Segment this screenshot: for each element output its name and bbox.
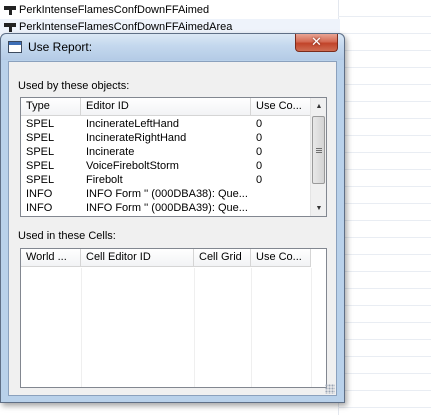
objects-section-label: Used by these objects: bbox=[18, 80, 130, 92]
row-use-count: 0 bbox=[256, 146, 263, 158]
table-row[interactable]: SPEL IncinerateRightHand 0 bbox=[21, 131, 311, 145]
row-use-count: 0 bbox=[256, 160, 263, 172]
row-editor-id: INFO Form '' (000DBA39): Que... bbox=[86, 202, 248, 214]
grip-line bbox=[316, 150, 322, 151]
row-editor-id: Incinerate bbox=[86, 146, 135, 158]
dialog-client-area: Used by these objects: Type Editor ID Us… bbox=[8, 61, 337, 396]
column-divider bbox=[311, 268, 312, 387]
row-editor-id: IncinerateRightHand bbox=[86, 132, 187, 144]
use-report-dialog: Use Report: ✕ Used by these objects: Typ… bbox=[0, 33, 345, 403]
column-header-use-count[interactable]: Use Co... bbox=[251, 98, 311, 116]
row-editor-id: IncinerateLeftHand bbox=[86, 118, 179, 130]
table-row[interactable]: INFO INFO Form '' (000DBA38): Que... bbox=[21, 187, 311, 201]
row-use-count: 0 bbox=[256, 174, 263, 186]
row-use-count: 0 bbox=[256, 132, 263, 144]
cells-list-header: World ... Cell Editor ID Cell Grid Use C… bbox=[21, 249, 311, 267]
table-row[interactable]: SPEL Incinerate 0 bbox=[21, 145, 311, 159]
row-type: INFO bbox=[26, 202, 53, 214]
chevron-down-icon: ▼ bbox=[315, 204, 323, 212]
grip-line bbox=[316, 148, 322, 149]
column-header-cell-grid[interactable]: Cell Grid bbox=[194, 249, 251, 267]
background-grid bbox=[338, 0, 431, 415]
close-icon: ✕ bbox=[311, 35, 322, 50]
column-divider bbox=[81, 268, 82, 387]
resize-grip[interactable] bbox=[325, 384, 335, 394]
title-bar[interactable]: Use Report: ✕ bbox=[1, 34, 344, 60]
row-type: SPEL bbox=[26, 174, 55, 186]
column-header-type[interactable]: Type bbox=[21, 98, 81, 116]
objects-list[interactable]: Type Editor ID Use Co... SPEL IncinerateL… bbox=[20, 97, 327, 217]
row-type: SPEL bbox=[26, 118, 55, 130]
row-type: SPEL bbox=[26, 146, 55, 158]
list-item-label: PerkIntenseFlamesConfDownFFAimed bbox=[19, 4, 210, 16]
objects-scrollbar[interactable]: ▲ ▼ bbox=[310, 98, 326, 216]
list-item-label: PerkIntenseFlamesConfDownFFAimedArea bbox=[19, 21, 233, 33]
scroll-up-button[interactable]: ▲ bbox=[311, 98, 327, 114]
column-header-use-count[interactable]: Use Co... bbox=[251, 249, 311, 267]
column-header-cell-editor-id[interactable]: Cell Editor ID bbox=[81, 249, 194, 267]
row-type: INFO bbox=[26, 188, 53, 200]
close-button[interactable]: ✕ bbox=[295, 34, 338, 52]
row-use-count bbox=[251, 187, 311, 201]
column-header-world[interactable]: World ... bbox=[21, 249, 81, 267]
cells-list[interactable]: World ... Cell Editor ID Cell Grid Use C… bbox=[20, 248, 327, 388]
column-divider bbox=[251, 268, 252, 387]
table-row[interactable]: SPEL Firebolt 0 bbox=[21, 173, 311, 187]
chevron-up-icon: ▲ bbox=[315, 102, 323, 110]
row-use-count: 0 bbox=[256, 118, 263, 130]
objects-list-header: Type Editor ID Use Co... bbox=[21, 98, 311, 116]
perk-icon bbox=[4, 5, 16, 15]
list-item[interactable]: PerkIntenseFlamesConfDownFFAimed bbox=[0, 2, 340, 18]
row-type: SPEL bbox=[26, 160, 55, 172]
column-header-editor-id[interactable]: Editor ID bbox=[81, 98, 251, 116]
grip-line bbox=[316, 152, 322, 153]
row-editor-id: Firebolt bbox=[86, 174, 123, 186]
perk-icon bbox=[4, 22, 16, 32]
table-row[interactable]: INFO INFO Form '' (000DBA39): Que... bbox=[21, 201, 311, 215]
row-use-count bbox=[251, 201, 311, 215]
scroll-down-button[interactable]: ▼ bbox=[311, 200, 327, 216]
window-title: Use Report: bbox=[28, 40, 93, 54]
scrollbar-thumb[interactable] bbox=[312, 116, 325, 184]
column-divider bbox=[194, 268, 195, 387]
objects-list-body: SPEL IncinerateLeftHand 0 SPEL IncinerateRig… bbox=[21, 117, 311, 215]
table-row[interactable]: SPEL IncinerateLeftHand 0 bbox=[21, 117, 311, 131]
table-row[interactable]: SPEL VoiceFireboltStorm 0 bbox=[21, 159, 311, 173]
row-editor-id: VoiceFireboltStorm bbox=[86, 160, 179, 172]
window-icon bbox=[8, 41, 22, 53]
row-type: SPEL bbox=[26, 132, 55, 144]
row-editor-id: INFO Form '' (000DBA38): Que... bbox=[86, 188, 248, 200]
cells-section-label: Used in these Cells: bbox=[18, 230, 116, 242]
